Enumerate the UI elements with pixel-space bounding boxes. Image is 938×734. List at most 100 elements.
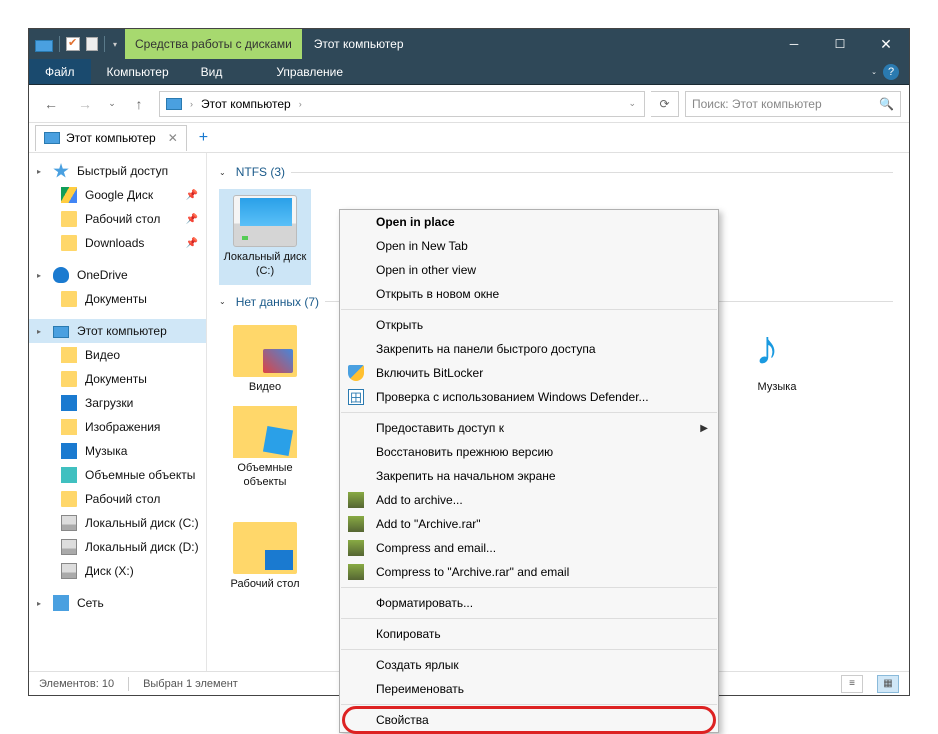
group-label: NTFS (3) — [236, 165, 285, 179]
sidebar-this-pc[interactable]: ▸Этот компьютер — [29, 319, 206, 343]
context-menu-item[interactable]: Open in place — [340, 210, 718, 234]
menu-item-label: Восстановить прежнюю версию — [376, 445, 553, 459]
context-menu-item[interactable]: Add to "Archive.rar" — [340, 512, 718, 536]
sidebar-item-desktop[interactable]: Рабочий стол — [29, 487, 206, 511]
close-button[interactable]: ✕ — [863, 29, 909, 59]
minimize-button[interactable]: ─ — [771, 29, 817, 59]
context-menu-item[interactable]: Закрепить на начальном экране — [340, 464, 718, 488]
window-tab-label: Этот компьютер — [66, 131, 156, 145]
network-icon — [53, 595, 69, 611]
chevron-down-icon[interactable]: ⌄ — [219, 168, 226, 177]
sidebar-quick-access[interactable]: ▸Быстрый доступ — [29, 159, 206, 183]
sidebar-item-3dobjects[interactable]: Объемные объекты — [29, 463, 206, 487]
forward-button[interactable]: → — [71, 90, 99, 118]
sidebar-item-video[interactable]: Видео — [29, 343, 206, 367]
tab-view[interactable]: Вид — [185, 59, 239, 84]
context-menu-item[interactable]: Свойства — [340, 708, 718, 732]
sidebar-item-music[interactable]: Музыка — [29, 439, 206, 463]
breadcrumb-label[interactable]: Этот компьютер — [201, 97, 291, 111]
rar-icon — [348, 492, 364, 508]
context-menu-item[interactable]: Add to archive... — [340, 488, 718, 512]
folder-icon — [61, 371, 77, 387]
context-menu-item[interactable]: Переименовать — [340, 677, 718, 701]
item-video[interactable]: Видео — [219, 319, 311, 401]
pin-icon: 📌 — [186, 190, 198, 201]
search-input[interactable]: Поиск: Этот компьютер 🔍 — [685, 91, 901, 117]
context-menu-item[interactable]: Закрепить на панели быстрого доступа — [340, 337, 718, 361]
separator — [104, 36, 105, 52]
sidebar-item-desktop[interactable]: Рабочий стол📌 — [29, 207, 206, 231]
new-tab-button[interactable]: + — [187, 129, 220, 147]
item-drive-c[interactable]: Локальный диск (C:) — [219, 189, 311, 285]
folder-icon — [61, 211, 77, 227]
item-music[interactable]: Музыка — [731, 319, 823, 401]
context-menu-item[interactable]: Проверка с использованием Windows Defend… — [340, 385, 718, 409]
refresh-button[interactable]: ⟳ — [651, 91, 679, 117]
tab-manage[interactable]: Управление — [260, 59, 359, 84]
chevron-down-icon[interactable]: ▾ — [111, 40, 119, 49]
contextual-tab-label: Средства работы с дисками — [125, 29, 302, 59]
checkbox-icon[interactable] — [66, 37, 80, 51]
ribbon-help[interactable]: ⌄ ? — [861, 59, 909, 84]
item-3dobjects[interactable]: Объемные объекты — [219, 400, 311, 496]
download-icon — [61, 395, 77, 411]
music-icon — [61, 443, 77, 459]
chevron-down-icon[interactable]: ⌄ — [871, 68, 877, 76]
separator — [341, 309, 717, 310]
sidebar-item-documents[interactable]: Документы — [29, 287, 206, 311]
menu-item-label: Compress and email... — [376, 541, 496, 555]
tab-computer[interactable]: Компьютер — [91, 59, 185, 84]
breadcrumb[interactable]: › Этот компьютер › ⌄ — [159, 91, 645, 117]
context-menu-item[interactable]: Копировать — [340, 622, 718, 646]
defender-icon — [348, 389, 364, 405]
pc-icon — [35, 40, 53, 52]
chevron-right-icon[interactable]: › — [297, 99, 304, 109]
context-menu-item[interactable]: Создать ярлык — [340, 653, 718, 677]
sidebar-item-downloads[interactable]: Downloads📌 — [29, 231, 206, 255]
view-details-button[interactable]: ≡ — [841, 675, 863, 693]
context-menu-item[interactable]: Открыть — [340, 313, 718, 337]
context-menu-item[interactable]: Восстановить прежнюю версию — [340, 440, 718, 464]
chevron-right-icon[interactable]: › — [188, 99, 195, 109]
sidebar-item-drive-x[interactable]: Диск (X:) — [29, 559, 206, 583]
pc-icon — [53, 326, 69, 338]
up-button[interactable]: ↑ — [125, 90, 153, 118]
sidebar-item-documents[interactable]: Документы — [29, 367, 206, 391]
separator — [59, 36, 60, 52]
sidebar-onedrive[interactable]: ▸OneDrive — [29, 263, 206, 287]
context-menu-item[interactable]: Форматировать... — [340, 591, 718, 615]
history-chevron[interactable]: ⌄ — [105, 90, 119, 118]
context-menu-item[interactable]: Open in other view — [340, 258, 718, 282]
help-icon[interactable]: ? — [883, 64, 899, 80]
close-tab-icon[interactable]: ✕ — [168, 131, 178, 145]
view-icons-button[interactable]: ▦ — [877, 675, 899, 693]
group-header-ntfs[interactable]: ⌄ NTFS (3) — [219, 165, 909, 179]
context-menu-item[interactable]: Compress to "Archive.rar" and email — [340, 560, 718, 584]
context-menu-item[interactable]: Open in New Tab — [340, 234, 718, 258]
back-button[interactable]: ← — [37, 90, 65, 118]
properties-icon[interactable] — [86, 37, 98, 51]
pin-icon: 📌 — [186, 214, 198, 225]
item-desktop[interactable]: Рабочий стол — [219, 516, 311, 598]
window-tabs: Этот компьютер ✕ + — [29, 123, 909, 153]
context-menu-item[interactable]: Открыть в новом окне — [340, 282, 718, 306]
context-menu-item[interactable]: Включить BitLocker — [340, 361, 718, 385]
maximize-button[interactable]: ☐ — [817, 29, 863, 59]
window-tab[interactable]: Этот компьютер ✕ — [35, 125, 187, 151]
file-tab[interactable]: Файл — [29, 59, 91, 84]
chevron-down-icon[interactable]: ⌄ — [626, 98, 638, 109]
sidebar-item-images[interactable]: Изображения — [29, 415, 206, 439]
menu-item-label: Open in New Tab — [376, 239, 468, 253]
sidebar-item-googledrive[interactable]: Google Диск📌 — [29, 183, 206, 207]
context-menu-item[interactable]: Предоставить доступ к▶ — [340, 416, 718, 440]
chevron-right-icon: ▶ — [700, 423, 708, 434]
sidebar-network[interactable]: ▸Сеть — [29, 591, 206, 615]
context-menu-item[interactable]: Compress and email... — [340, 536, 718, 560]
sidebar-item-drive-d[interactable]: Локальный диск (D:) — [29, 535, 206, 559]
sidebar-item-downloads[interactable]: Загрузки — [29, 391, 206, 415]
cube-icon — [61, 467, 77, 483]
sidebar-item-drive-c[interactable]: Локальный диск (C:) — [29, 511, 206, 535]
quick-access-toolbar: ▾ — [29, 29, 125, 59]
status-selection: Выбран 1 элемент — [143, 678, 238, 690]
chevron-down-icon[interactable]: ⌄ — [219, 297, 226, 306]
